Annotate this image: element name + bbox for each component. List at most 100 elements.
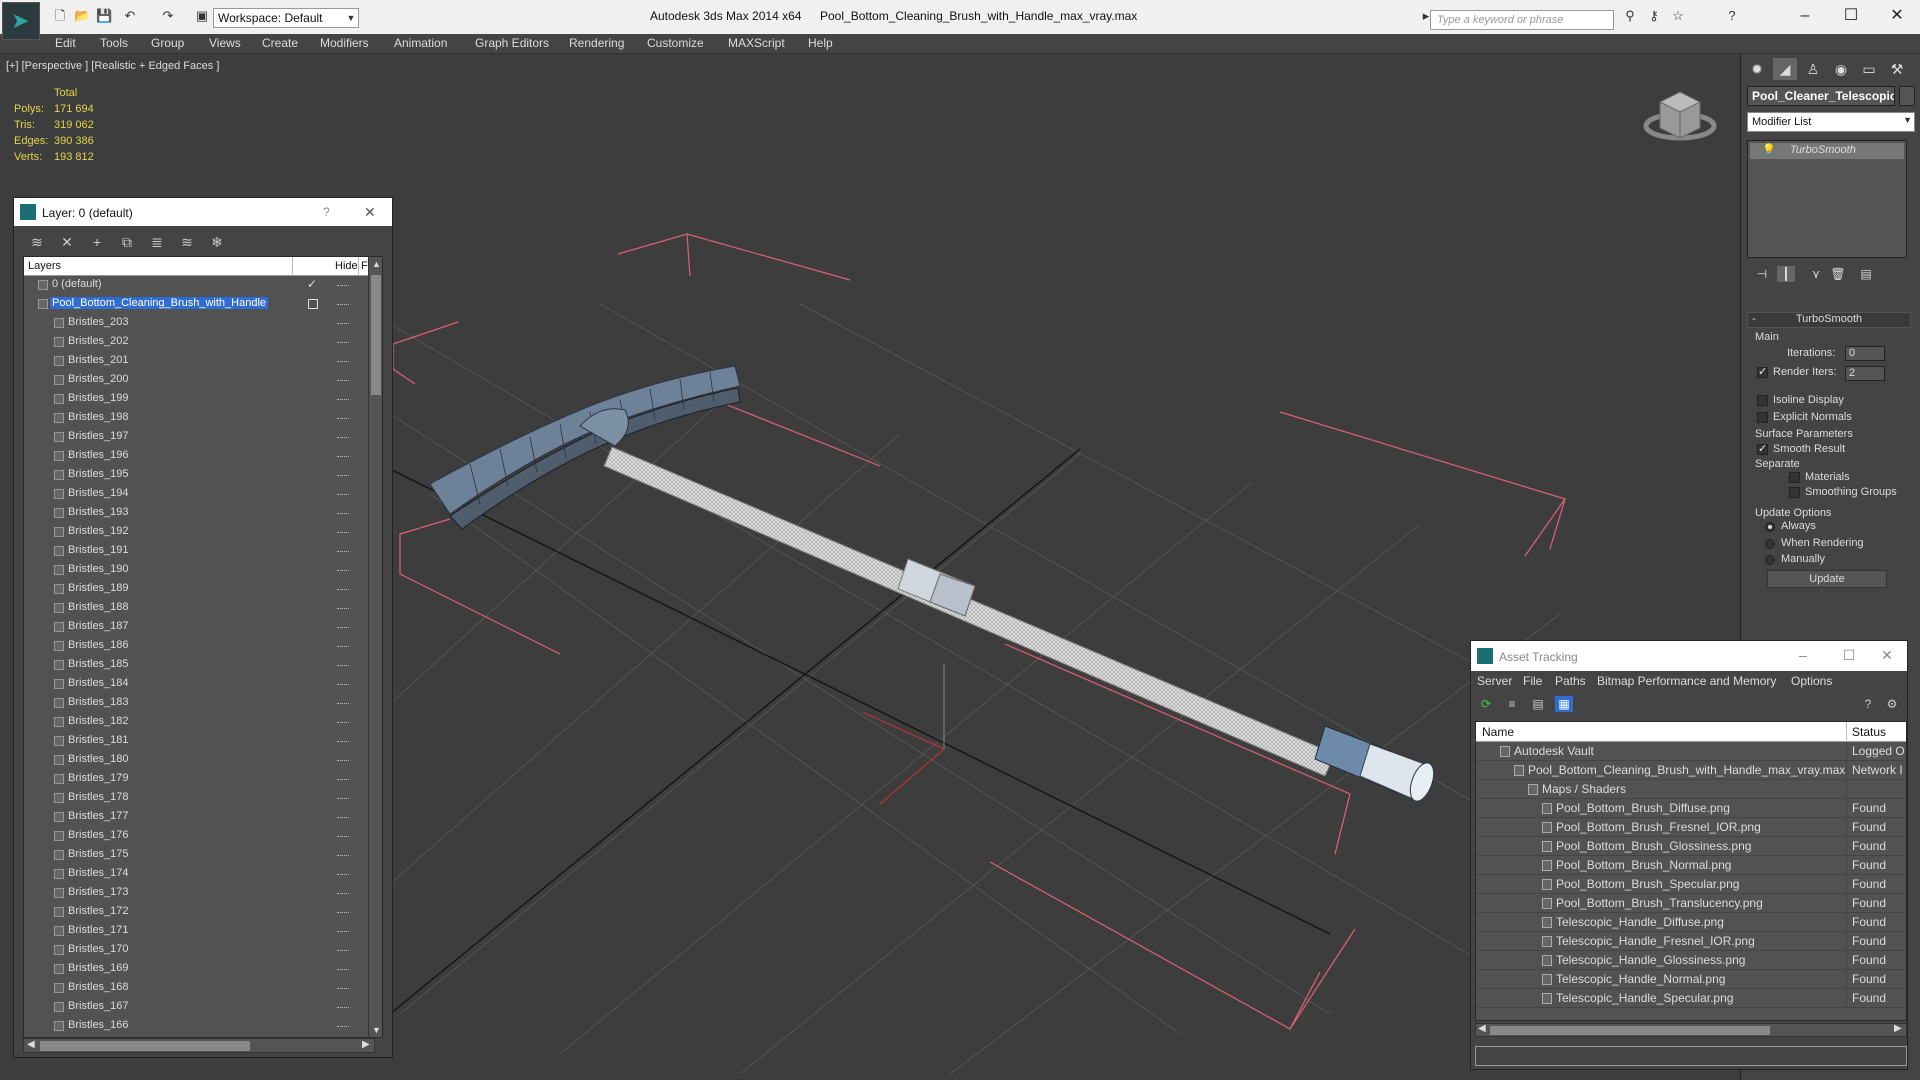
isoline-display-checkbox[interactable] — [1757, 395, 1768, 406]
asset-menu-file[interactable]: File — [1523, 674, 1542, 688]
refresh-icon[interactable]: ⟳ — [1477, 696, 1495, 712]
layer-row[interactable]: Bristles_175 — [24, 846, 368, 865]
asset-menu-options[interactable]: Options — [1791, 674, 1832, 688]
highlight-layer-icon[interactable]: ≣ — [148, 234, 166, 250]
hide-all-layers-icon[interactable]: ≋ — [178, 234, 196, 250]
menu-views[interactable]: Views — [209, 36, 241, 50]
smoothing-groups-checkbox[interactable] — [1789, 487, 1800, 498]
project-folder-icon[interactable]: ▣ — [194, 9, 210, 23]
layer-row[interactable]: Bristles_197 — [24, 428, 368, 447]
menu-maxscript[interactable]: MAXScript — [728, 36, 785, 50]
scroll-left-icon[interactable]: ◀ — [1478, 1023, 1486, 1034]
redo-icon[interactable]: ↷ — [160, 9, 176, 23]
asset-row[interactable]: Autodesk Vault Logged O — [1476, 742, 1906, 761]
layer-row[interactable]: Bristles_183 — [24, 694, 368, 713]
hide-toggle[interactable] — [337, 418, 349, 420]
layer-row[interactable]: Bristles_199 — [24, 390, 368, 409]
hide-toggle[interactable] — [337, 741, 349, 743]
viewport-label[interactable]: [+] [Perspective ] [Realistic + Edged Fa… — [6, 60, 219, 72]
hide-toggle[interactable] — [337, 836, 349, 838]
explicit-normals-checkbox[interactable] — [1757, 412, 1768, 423]
hide-toggle[interactable] — [337, 608, 349, 610]
help-icon[interactable]: ? — [323, 205, 330, 219]
transform-gizmo[interactable] — [861, 664, 945, 805]
layer-row[interactable]: Bristles_193 — [24, 504, 368, 523]
hide-toggle[interactable] — [337, 874, 349, 876]
collapse-icon[interactable]: - — [1752, 313, 1756, 325]
menu-tools[interactable]: Tools — [100, 36, 128, 50]
utilities-tab-icon[interactable]: ⚒ — [1885, 58, 1909, 80]
layer-row[interactable]: Bristles_187 — [24, 618, 368, 637]
layer-row[interactable]: Bristles_179 — [24, 770, 368, 789]
asset-row[interactable]: Telescopic_Handle_Fresnel_IOR.png Found — [1476, 932, 1906, 951]
hide-toggle[interactable] — [337, 285, 349, 287]
layer-row[interactable]: Bristles_198 — [24, 409, 368, 428]
maximize-icon[interactable]: ☐ — [1837, 647, 1861, 665]
hide-toggle[interactable] — [337, 323, 349, 325]
column-status[interactable]: Status — [1852, 725, 1886, 739]
turbosmooth-rollout-header[interactable]: - TurboSmooth — [1747, 312, 1911, 328]
close-icon[interactable]: ✕ — [1875, 647, 1899, 665]
layer-row[interactable]: Bristles_194 — [24, 485, 368, 504]
menu-help[interactable]: Help — [808, 36, 833, 50]
layer-row[interactable]: Bristles_195 — [24, 466, 368, 485]
app-menu-button[interactable]: ➤ — [2, 2, 40, 40]
asset-horizontal-scrollbar[interactable]: ◀ ▶ — [1475, 1023, 1907, 1037]
layer-list[interactable]: Layers Hide Fr 0 (default) ✓ Pool_Bottom_C… — [23, 256, 383, 1038]
hide-toggle[interactable] — [337, 551, 349, 553]
chevron-down-icon[interactable]: ▼ — [345, 8, 357, 28]
delete-layer-icon[interactable]: ✕ — [58, 234, 76, 250]
telescopic-handle-model[interactable] — [603, 446, 1438, 804]
scroll-down-icon[interactable]: ▼ — [372, 1025, 381, 1035]
layer-row[interactable]: Bristles_167 — [24, 998, 368, 1017]
render-iters-spinner[interactable]: 2 — [1845, 366, 1885, 381]
update-button[interactable]: Update — [1767, 570, 1887, 588]
layer-row[interactable]: Bristles_171 — [24, 922, 368, 941]
asset-row[interactable]: Pool_Bottom_Brush_Fresnel_IOR.png Found — [1476, 818, 1906, 837]
minimize-icon[interactable]: – — [1791, 647, 1815, 665]
hide-toggle[interactable] — [337, 456, 349, 458]
hide-toggle[interactable] — [337, 855, 349, 857]
layer-row[interactable]: Bristles_202 — [24, 333, 368, 352]
scroll-left-icon[interactable]: ◀ — [27, 1039, 35, 1050]
list-view-icon[interactable]: ≡ — [1503, 696, 1521, 712]
layer-row[interactable]: 0 (default) ✓ — [24, 276, 368, 295]
object-color-swatch[interactable] — [1899, 86, 1915, 106]
asset-row[interactable]: Pool_Bottom_Cleaning_Brush_with_Handle_m… — [1476, 761, 1906, 780]
hide-toggle[interactable] — [337, 342, 349, 344]
save-file-icon[interactable]: 💾 — [96, 9, 112, 23]
hide-toggle[interactable] — [337, 494, 349, 496]
help-icon[interactable]: ? — [1859, 696, 1877, 712]
update-always-radio[interactable] — [1765, 522, 1775, 532]
settings-icon[interactable]: ⚙ — [1883, 696, 1901, 712]
scroll-right-icon[interactable]: ▶ — [1894, 1023, 1902, 1034]
layer-vertical-scrollbar[interactable]: ▲ ▼ — [368, 257, 382, 1037]
asset-row[interactable]: Pool_Bottom_Brush_Specular.png Found — [1476, 875, 1906, 894]
hide-toggle[interactable] — [337, 779, 349, 781]
layer-row[interactable]: Bristles_201 — [24, 352, 368, 371]
layer-row[interactable]: Bristles_191 — [24, 542, 368, 561]
materials-checkbox[interactable] — [1789, 472, 1800, 483]
layer-row[interactable]: Bristles_174 — [24, 865, 368, 884]
viewcube-icon[interactable] — [1643, 91, 1717, 141]
asset-menu-paths[interactable]: Paths — [1555, 674, 1586, 688]
layer-row[interactable]: Bristles_185 — [24, 656, 368, 675]
search-input[interactable]: Type a keyword or phrase — [1430, 10, 1614, 30]
layer-row[interactable]: Bristles_188 — [24, 599, 368, 618]
hide-toggle[interactable] — [337, 817, 349, 819]
help-icon[interactable]: ? — [1724, 9, 1740, 23]
hide-toggle[interactable] — [337, 646, 349, 648]
column-layers[interactable]: Layers — [28, 260, 61, 272]
hide-toggle[interactable] — [337, 437, 349, 439]
make-unique-icon[interactable]: ⋎ — [1807, 266, 1825, 282]
update-when-rendering-radio[interactable] — [1765, 539, 1775, 549]
hide-toggle[interactable] — [337, 988, 349, 990]
workspace-dropdown[interactable]: Workspace: Default — [213, 8, 359, 28]
layer-row[interactable]: Bristles_200 — [24, 371, 368, 390]
hide-toggle[interactable] — [337, 304, 349, 306]
tree-view-icon[interactable]: ▤ — [1529, 696, 1547, 712]
hide-toggle[interactable] — [337, 969, 349, 971]
table-view-icon[interactable]: ▦ — [1555, 696, 1573, 712]
asset-row[interactable]: Pool_Bottom_Brush_Translucency.png Found — [1476, 894, 1906, 913]
layer-row[interactable]: Bristles_181 — [24, 732, 368, 751]
